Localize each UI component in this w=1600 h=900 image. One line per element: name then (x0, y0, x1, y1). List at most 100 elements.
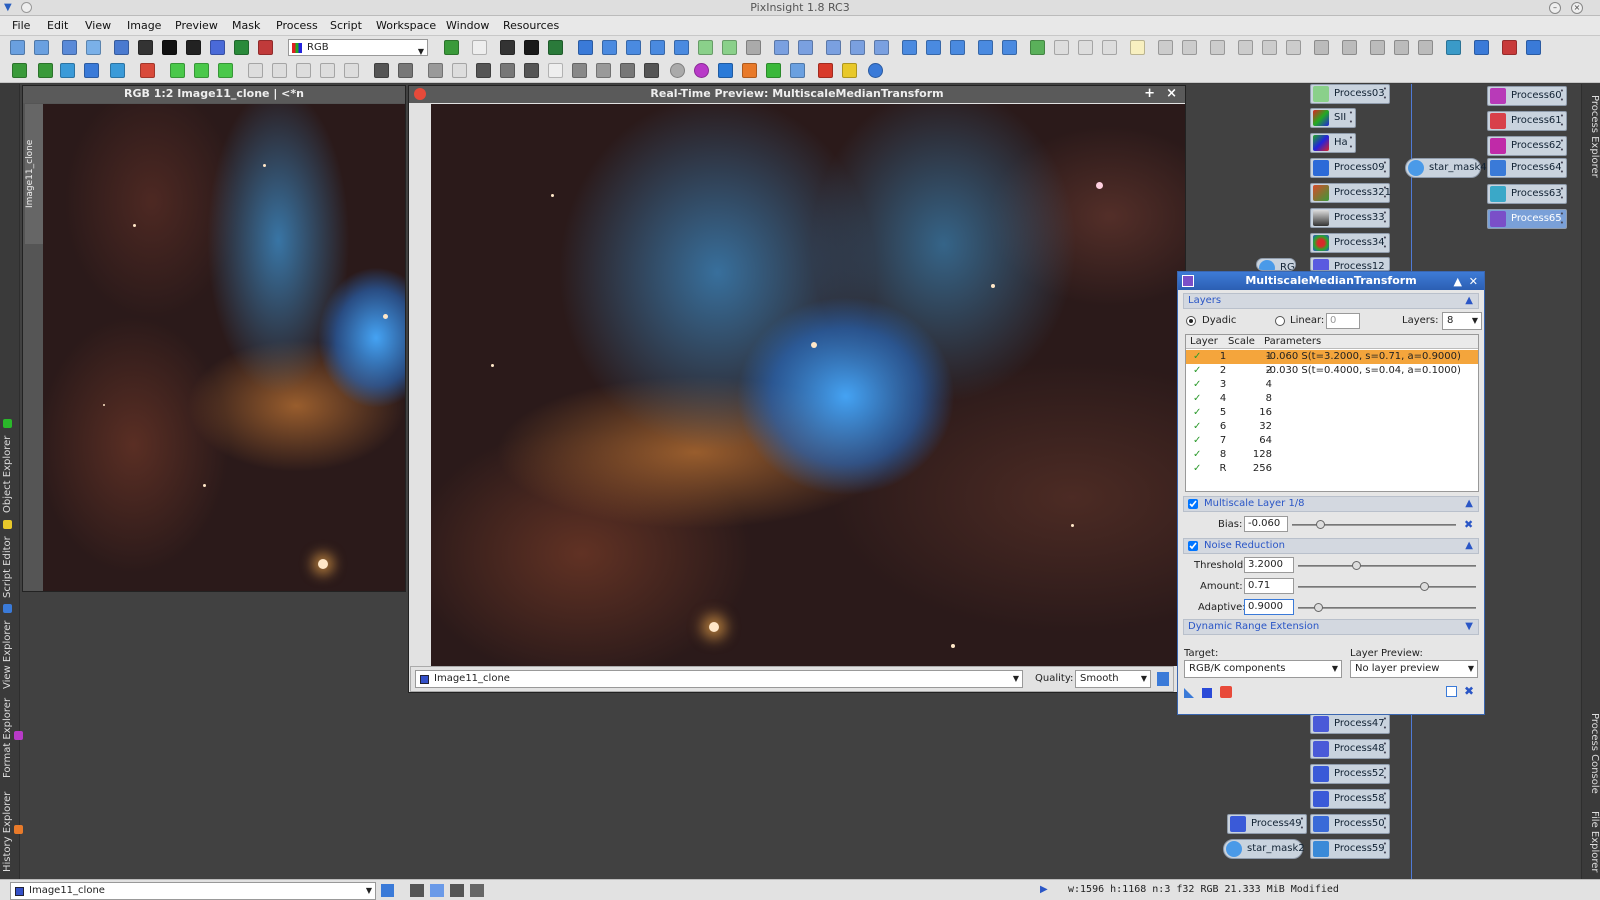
process-icon-2[interactable] (38, 63, 53, 78)
dyadic-radio[interactable] (1186, 316, 1196, 326)
pointer-icon[interactable] (746, 40, 761, 55)
process-icon-star-mask4[interactable]: star_mask4 (1405, 158, 1487, 178)
view-icon-4[interactable] (978, 40, 993, 55)
process-icon-16[interactable] (398, 63, 413, 78)
realtime-preview-title[interactable]: Real-Time Preview: MultiscaleMedianTrans… (409, 86, 1185, 103)
new-instance-icon[interactable] (1184, 688, 1194, 698)
view-icon-15[interactable] (1262, 40, 1277, 55)
view-icon-16[interactable] (1286, 40, 1301, 55)
view-icon-22[interactable] (1446, 40, 1461, 55)
duplicate-icon[interactable] (86, 40, 101, 55)
view-icon-25[interactable] (1526, 40, 1541, 55)
undo-icon[interactable] (10, 40, 25, 55)
mmt-dialog[interactable]: MultiscaleMedianTransform ▲ ✕ Layers ▲ D… (1177, 271, 1485, 715)
view-icon-13[interactable] (1210, 40, 1225, 55)
enabled-check-icon[interactable]: ✓ (1193, 448, 1201, 462)
table-row[interactable]: ✓ 5 16 (1186, 406, 1478, 420)
process-icon-26[interactable] (644, 63, 659, 78)
multiscale-layer-checkbox[interactable] (1188, 499, 1198, 509)
process-icon-7[interactable] (170, 63, 185, 78)
apply-icon[interactable] (1202, 688, 1212, 698)
view-icon-17[interactable] (1314, 40, 1329, 55)
process-icon-24[interactable] (596, 63, 611, 78)
tab-object-explorer[interactable]: Object Explorer (2, 416, 18, 516)
zoom-2-icon[interactable] (850, 40, 865, 55)
view-icon-5[interactable] (1002, 40, 1017, 55)
linear-radio[interactable] (1275, 316, 1285, 326)
new-image-icon[interactable] (62, 40, 77, 55)
view-icon-12[interactable] (1182, 40, 1197, 55)
process-icon-process59[interactable]: Process59 • • (1310, 839, 1390, 859)
tab-process-console[interactable]: Process Console (1584, 704, 1600, 802)
tool-icon-5[interactable] (548, 40, 563, 55)
preview-options-icon[interactable] (1157, 672, 1169, 686)
layers-table[interactable]: Layer Scale Parameters ✓ 1 1 -0.060 S(t=… (1185, 334, 1479, 492)
pan-icon[interactable] (578, 40, 593, 55)
threshold-field[interactable]: 3.2000 (1244, 557, 1294, 573)
shade-icon[interactable]: ▲ (1454, 273, 1462, 291)
view-icon-23[interactable] (1474, 40, 1489, 55)
open-icon[interactable] (114, 40, 129, 55)
process-icon-star-mask2[interactable]: star_mask2 (1223, 839, 1305, 859)
slider-handle[interactable] (1314, 603, 1323, 612)
image-window-side-tab[interactable]: Image11_clone (25, 104, 43, 244)
view-icon-19[interactable] (1370, 40, 1385, 55)
redo-icon[interactable] (34, 40, 49, 55)
orange-triangle-icon[interactable] (742, 63, 757, 78)
process-icon-8[interactable] (194, 63, 209, 78)
image-canvas[interactable] (43, 104, 405, 591)
enabled-check-icon[interactable]: ✓ (1193, 462, 1201, 476)
mmt-titlebar[interactable]: MultiscaleMedianTransform ▲ ✕ (1178, 272, 1484, 290)
menu-script[interactable]: Script (330, 19, 362, 32)
process-icon-process03[interactable]: Process03 • • (1310, 84, 1390, 104)
target-select[interactable]: RGB/K components ▼ (1184, 660, 1342, 678)
collapse-icon[interactable]: ▲ (1465, 294, 1473, 308)
linear-spinbox[interactable]: 0 (1326, 313, 1360, 329)
layer-preview-select[interactable]: No layer preview ▼ (1350, 660, 1478, 678)
slider-handle[interactable] (1420, 582, 1429, 591)
process-icon-21[interactable] (524, 63, 539, 78)
process-icon-22[interactable] (548, 63, 563, 78)
process-icon-process48[interactable]: Process48 • • (1310, 739, 1390, 759)
table-row[interactable]: ✓ 3 4 (1186, 378, 1478, 392)
reset-dialog-icon[interactable] (1446, 686, 1457, 697)
mmt-process-icon[interactable] (1182, 275, 1194, 287)
reset-icon[interactable]: ✖ (1464, 518, 1473, 531)
process-icon-process321[interactable]: Process321 • • (1310, 183, 1391, 203)
channel-icon[interactable] (234, 40, 249, 55)
menu-preview[interactable]: Preview (175, 19, 218, 32)
menu-resources[interactable]: Resources (503, 19, 559, 32)
preview-close-icon[interactable] (414, 88, 426, 100)
process-icon-process12[interactable]: Process12 (1310, 257, 1390, 271)
preview-canvas[interactable] (431, 104, 1185, 666)
adaptive-slider[interactable] (1298, 603, 1476, 612)
menu-image[interactable]: Image (127, 19, 161, 32)
tab-view-explorer[interactable]: View Explorer (2, 604, 18, 689)
play-icon[interactable]: ▶ (1040, 884, 1048, 895)
table-row[interactable]: ✓ 4 8 (1186, 392, 1478, 406)
view-icon-3[interactable] (950, 40, 965, 55)
process-icon-process09[interactable]: Process09 • • (1310, 158, 1390, 178)
view-icon-11[interactable] (1158, 40, 1173, 55)
enabled-check-icon[interactable]: ✓ (1193, 378, 1201, 392)
process-icon-17[interactable] (428, 63, 443, 78)
table-row[interactable]: ✓ 7 64 (1186, 434, 1478, 448)
process-icon-11[interactable] (272, 63, 287, 78)
close-icon[interactable]: ✕ (1469, 273, 1478, 291)
process-icon-14[interactable] (344, 63, 359, 78)
menu-view[interactable]: View (85, 19, 111, 32)
enabled-check-icon[interactable]: ✓ (1193, 364, 1201, 378)
table-row[interactable]: ✓ 8 128 (1186, 448, 1478, 462)
process-icon-process64[interactable]: Process64 • • (1487, 158, 1567, 178)
minimize-icon[interactable]: – (1549, 2, 1561, 14)
process-icon-25[interactable] (620, 63, 635, 78)
view-icon-1[interactable] (902, 40, 917, 55)
enabled-check-icon[interactable]: ✓ (1193, 434, 1201, 448)
process-icon-process62[interactable]: Process62 • • (1487, 136, 1567, 156)
tool-icon-3[interactable] (500, 40, 515, 55)
table-row[interactable]: ✓ 6 32 (1186, 420, 1478, 434)
tool-icon-2[interactable] (472, 40, 487, 55)
realtime-preview-window[interactable]: Real-Time Preview: MultiscaleMedianTrans… (408, 85, 1186, 693)
zoom-fit-icon[interactable] (602, 40, 617, 55)
view-options-icon[interactable] (381, 884, 394, 897)
